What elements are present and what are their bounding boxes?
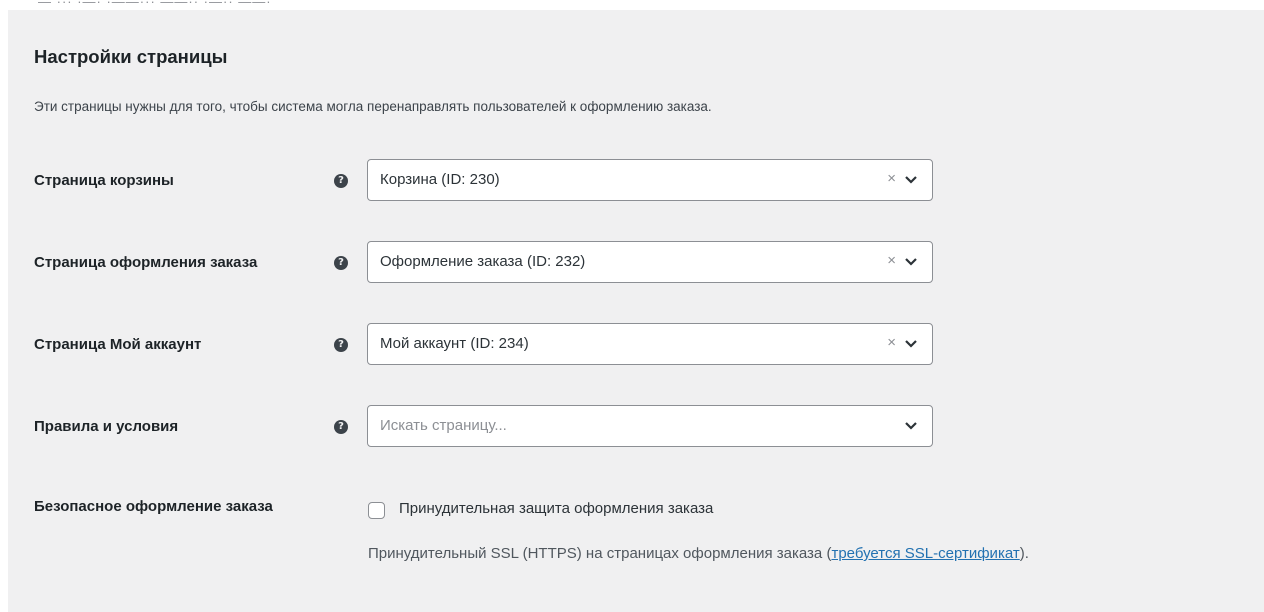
help-icon[interactable]: ? <box>334 256 348 270</box>
cart-page-label: Страница корзины <box>34 172 174 189</box>
terms-page-label: Правила и условия <box>34 418 179 435</box>
ssl-description: Принудительный SSL (HTTPS) на страницах … <box>368 545 1029 562</box>
terms-page-placeholder: Искать страницу... <box>380 417 507 434</box>
terms-page-select[interactable]: Искать страницу... <box>367 405 933 447</box>
chevron-down-icon <box>905 258 917 266</box>
checkout-page-label: Страница оформления заказа <box>34 254 258 271</box>
myaccount-page-select[interactable]: Мой аккаунт (ID: 234) × <box>367 323 933 365</box>
myaccount-page-value: Мой аккаунт (ID: 234) <box>380 335 529 352</box>
top-cutoff-strip: — ··· ·—· ·——··· ——·· ·—·· ——· <box>8 0 1264 10</box>
section-description: Эти страницы нужны для того, чтобы систе… <box>34 99 712 114</box>
help-icon[interactable]: ? <box>334 420 348 434</box>
ssl-certificate-link[interactable]: требуется SSL-сертификат <box>831 545 1019 562</box>
chevron-down-icon <box>905 176 917 184</box>
cart-page-select[interactable]: Корзина (ID: 230) × <box>367 159 933 201</box>
cutoff-text: — ··· ·—· ·——··· ——·· ·—·· ——· <box>38 0 272 9</box>
force-secure-checkbox[interactable] <box>368 502 385 519</box>
checkout-page-select[interactable]: Оформление заказа (ID: 232) × <box>367 241 933 283</box>
force-secure-checkbox-label[interactable]: Принудительная защита оформления заказа <box>399 500 713 517</box>
clear-icon[interactable]: × <box>887 334 896 351</box>
secure-checkout-label: Безопасное оформление заказа <box>34 498 273 515</box>
checkout-page-value: Оформление заказа (ID: 232) <box>380 253 586 270</box>
clear-icon[interactable]: × <box>887 252 896 269</box>
clear-icon[interactable]: × <box>887 170 896 187</box>
section-title: Настройки страницы <box>34 46 228 67</box>
ssl-description-suffix: ). <box>1019 545 1029 562</box>
help-icon[interactable]: ? <box>334 174 348 188</box>
chevron-down-icon <box>905 340 917 348</box>
chevron-down-icon <box>905 422 917 430</box>
ssl-description-prefix: Принудительный SSL (HTTPS) на страницах … <box>368 545 832 562</box>
myaccount-page-label: Страница Мой аккаунт <box>34 336 202 353</box>
help-icon[interactable]: ? <box>334 338 348 352</box>
cart-page-value: Корзина (ID: 230) <box>380 171 500 188</box>
